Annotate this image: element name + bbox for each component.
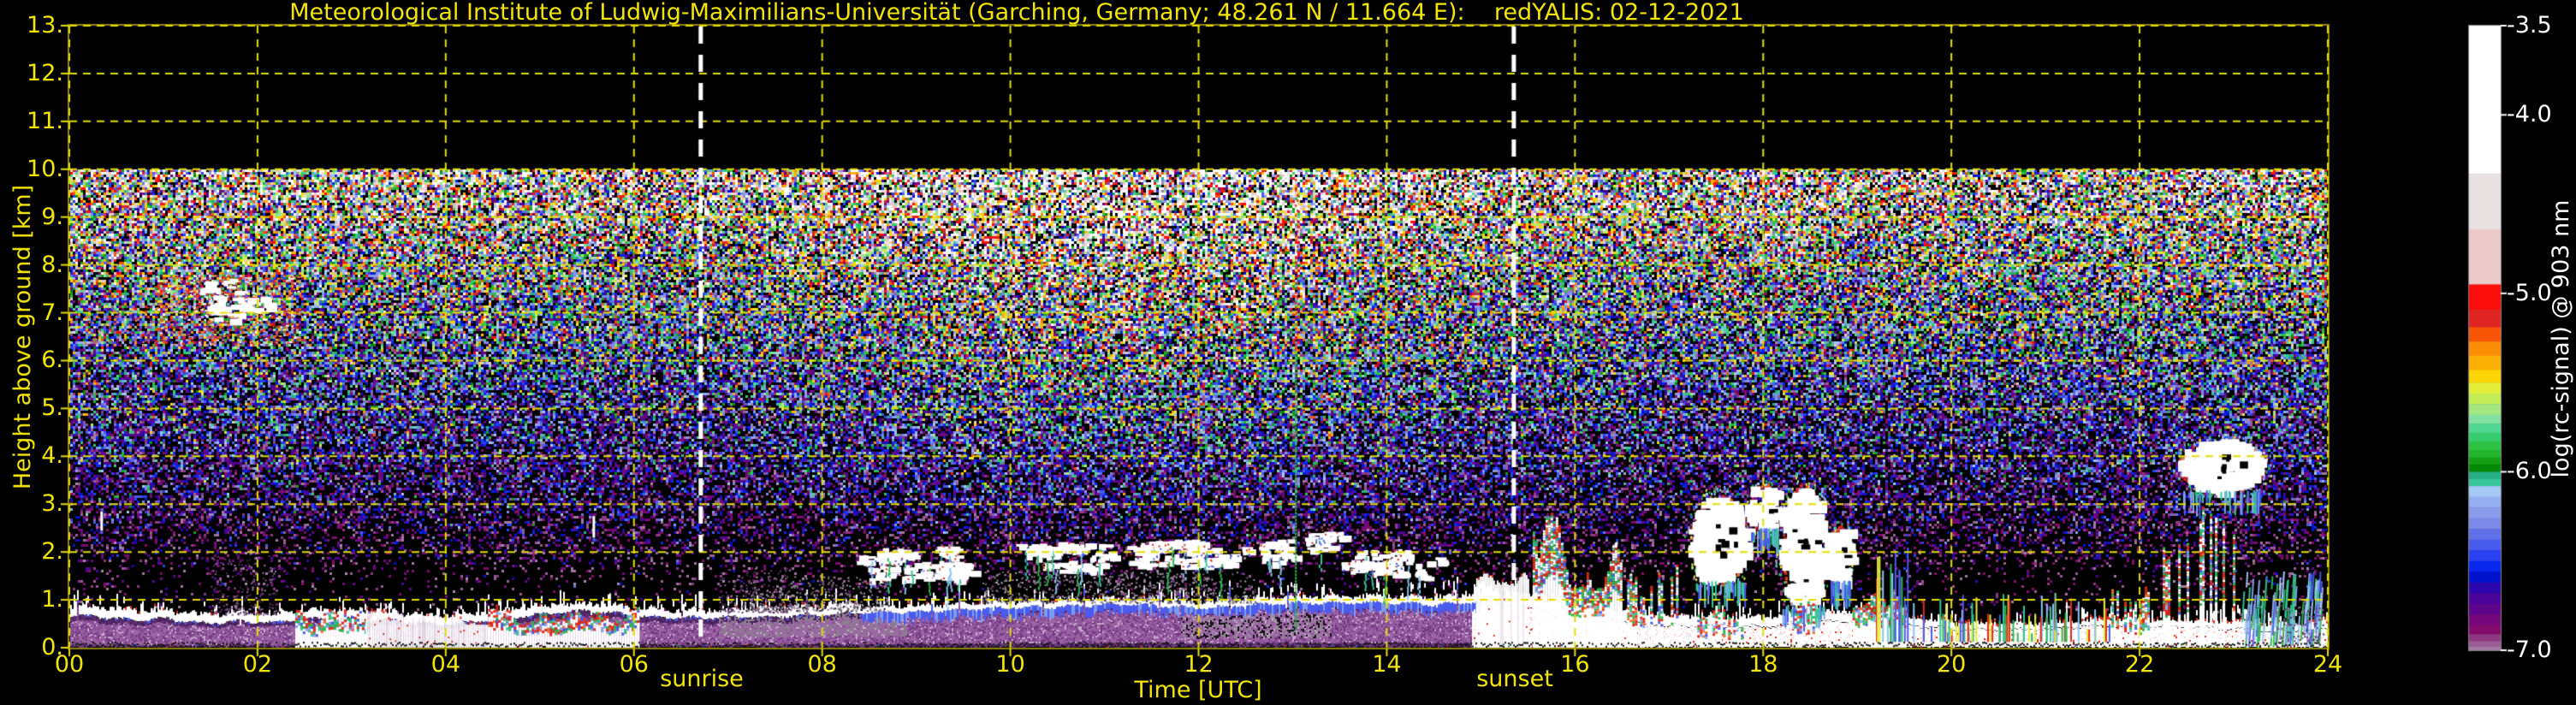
- y-tick-label: 10.: [27, 155, 63, 182]
- y-tick-label: 8.: [41, 251, 63, 278]
- y-tick-label: 11.: [27, 107, 63, 134]
- y-tick-label: 4.: [41, 442, 63, 470]
- x-tick-label: 20: [1936, 651, 1967, 678]
- x-tick-label: 18: [1748, 651, 1778, 678]
- x-tick-label: 06: [619, 651, 649, 678]
- x-tick-label: 02: [242, 651, 273, 678]
- x-axis-label: Time [UTC]: [1134, 677, 1262, 703]
- y-tick-label: 9.: [41, 203, 63, 230]
- colorbar-label: log(rc-signal) @ 903 nm: [2548, 199, 2574, 478]
- sunrise-annotation: sunrise: [660, 666, 744, 692]
- quicklook-plot-canvas: [0, 0, 2576, 705]
- colorbar-tick-label: -6.0: [2507, 458, 2552, 485]
- page-title: Meteorological Institute of Ludwig-Maxim…: [289, 0, 1744, 26]
- x-tick-label: 16: [1560, 651, 1590, 678]
- colorbar-tick-label: -4.0: [2507, 101, 2552, 128]
- x-tick-label: 10: [995, 651, 1025, 678]
- y-tick-label: 1.: [41, 586, 63, 613]
- x-tick-label: 24: [2312, 651, 2343, 678]
- x-tick-label: 22: [2124, 651, 2155, 678]
- y-tick-label: 13.: [27, 12, 63, 39]
- x-tick-label: 14: [1372, 651, 1402, 678]
- y-tick-label: 2.: [41, 538, 63, 566]
- x-tick-label: 08: [807, 651, 837, 678]
- y-tick-label: 7.: [41, 299, 63, 326]
- colorbar-tick-label: -3.5: [2507, 12, 2552, 39]
- y-tick-label: 6.: [41, 347, 63, 374]
- x-tick-label: 04: [430, 651, 460, 678]
- colorbar-tick-label: -7.0: [2507, 637, 2552, 663]
- colorbar-tick-label: -5.0: [2507, 279, 2552, 306]
- x-tick-label: 12: [1184, 651, 1214, 678]
- y-tick-label: 5.: [41, 394, 63, 422]
- y-tick-label: 12.: [27, 59, 63, 86]
- y-tick-label: 0.: [41, 634, 63, 661]
- y-tick-label: 3.: [41, 490, 63, 518]
